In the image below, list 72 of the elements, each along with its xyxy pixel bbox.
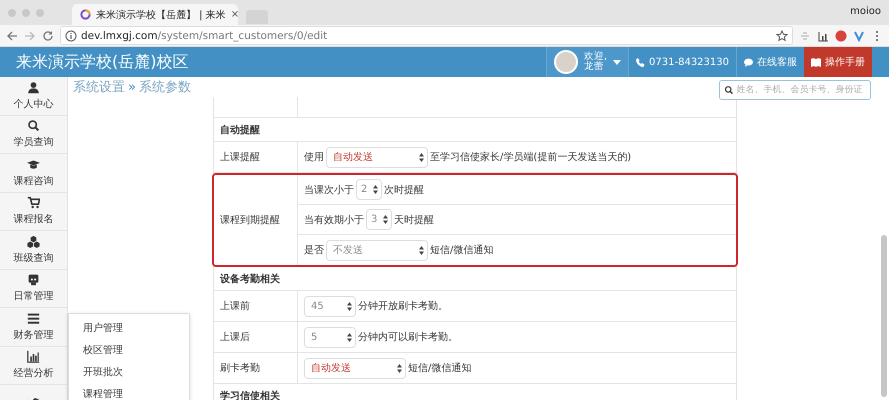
updown-arrows-icon [373,185,378,194]
dropdown[interactable]: 不发送 [326,240,428,260]
setting-label: 上课提醒 [220,150,260,164]
menu-item[interactable]: 校区管理 [69,339,189,361]
setting-text: 分钟开放刷卡考勤。 [358,300,448,313]
menu-item[interactable]: 用户管理 [69,317,189,339]
chat-icon [744,58,753,66]
sidebar-item[interactable]: 经营分析 [0,346,67,385]
number-stepper[interactable]: 45 [304,296,356,316]
sidebar-item[interactable]: 财务管理 [0,308,67,346]
setting-text: 当有效期小于 [304,214,364,226]
robot-icon [27,273,40,286]
dropdown[interactable]: 自动发送 [326,146,428,168]
profile-name: moioo [850,6,881,17]
sidebar-item[interactable]: 课程报名 [0,192,67,231]
setting-text: 短信/微信通知 [408,362,472,375]
cubes-icon [27,234,40,248]
scrollbar-thumb[interactable] [881,235,887,397]
app-title: 来米演示学校(岳麓)校区 [15,52,190,72]
setting-label: 上课前 [220,300,250,313]
setting-text: 是否 [304,244,324,257]
caret-icon [613,60,622,64]
chart-icon [27,350,40,364]
setting-label: 课程到期提醒 [220,214,280,227]
person-icon [27,80,40,94]
updown-arrows-icon [419,246,424,254]
manual-button[interactable]: 操作手册 [804,47,872,77]
info-icon [65,30,77,42]
browser-tab[interactable]: 来米演示学校【岳麓】 | 来米 × [72,4,238,25]
phone-icon [636,58,646,66]
back-icon[interactable] [6,30,18,42]
updown-arrows-icon [347,332,352,342]
updown-arrows-icon [347,302,352,310]
updown-arrows-icon [419,152,424,162]
cap-icon [27,158,40,171]
avatar [554,50,578,74]
updown-arrows-icon [397,364,402,372]
menu-item[interactable]: 课程管理 [69,383,189,400]
sidebar-item[interactable]: 学员查询 [0,116,67,154]
setting-text: 分钟内可以刷卡考勤。 [358,330,458,344]
breadcrumb-current: 系统参数 [138,79,191,96]
tab-title: 来米演示学校【岳麓】 | 来米 [96,8,226,22]
number-stepper[interactable]: 2 [356,179,382,200]
star-icon[interactable] [776,30,788,42]
breadcrumb-separator: » [128,80,136,94]
menu-item[interactable]: 开班批次 [69,361,189,383]
sidebar-item[interactable]: 日常管理 [0,270,67,308]
ring-icon [80,9,91,20]
sidebar-item[interactable]: 个人中心 [0,77,67,116]
setting-label: 刷卡考勤 [220,362,260,375]
setting-text: 至学习信使家长/学员端(提前一天发送当天的) [430,150,632,164]
setting-text: 当课次小于 [304,184,354,196]
bars-icon [27,312,40,325]
dropdown[interactable]: 自动发送 [304,358,406,378]
forward-icon[interactable] [24,30,36,42]
setting-text: 天时提醒 [394,214,434,226]
close-tab-button[interactable]: × [230,9,240,20]
setting-label: 上课后 [220,330,250,344]
sidebar-item[interactable]: 班级查询 [0,231,67,270]
book-icon [811,58,821,66]
reload-icon[interactable] [42,30,54,42]
number-stepper[interactable]: 5 [304,326,356,348]
setting-text: 使用 [304,151,324,164]
search-icon [27,119,40,132]
setting-text: 短信/微信通知 [430,244,494,257]
search-icon [724,85,734,95]
number-stepper[interactable]: 3 [366,209,392,230]
sidebar-item[interactable]: 课程咨询 [0,154,67,192]
cart-icon [27,196,40,210]
updown-arrows-icon [383,215,388,224]
setting-text: 次时提醒 [384,184,424,196]
address-bar[interactable]: dev.lmxgj.com/system/smart_customers/0/edit [60,26,793,45]
